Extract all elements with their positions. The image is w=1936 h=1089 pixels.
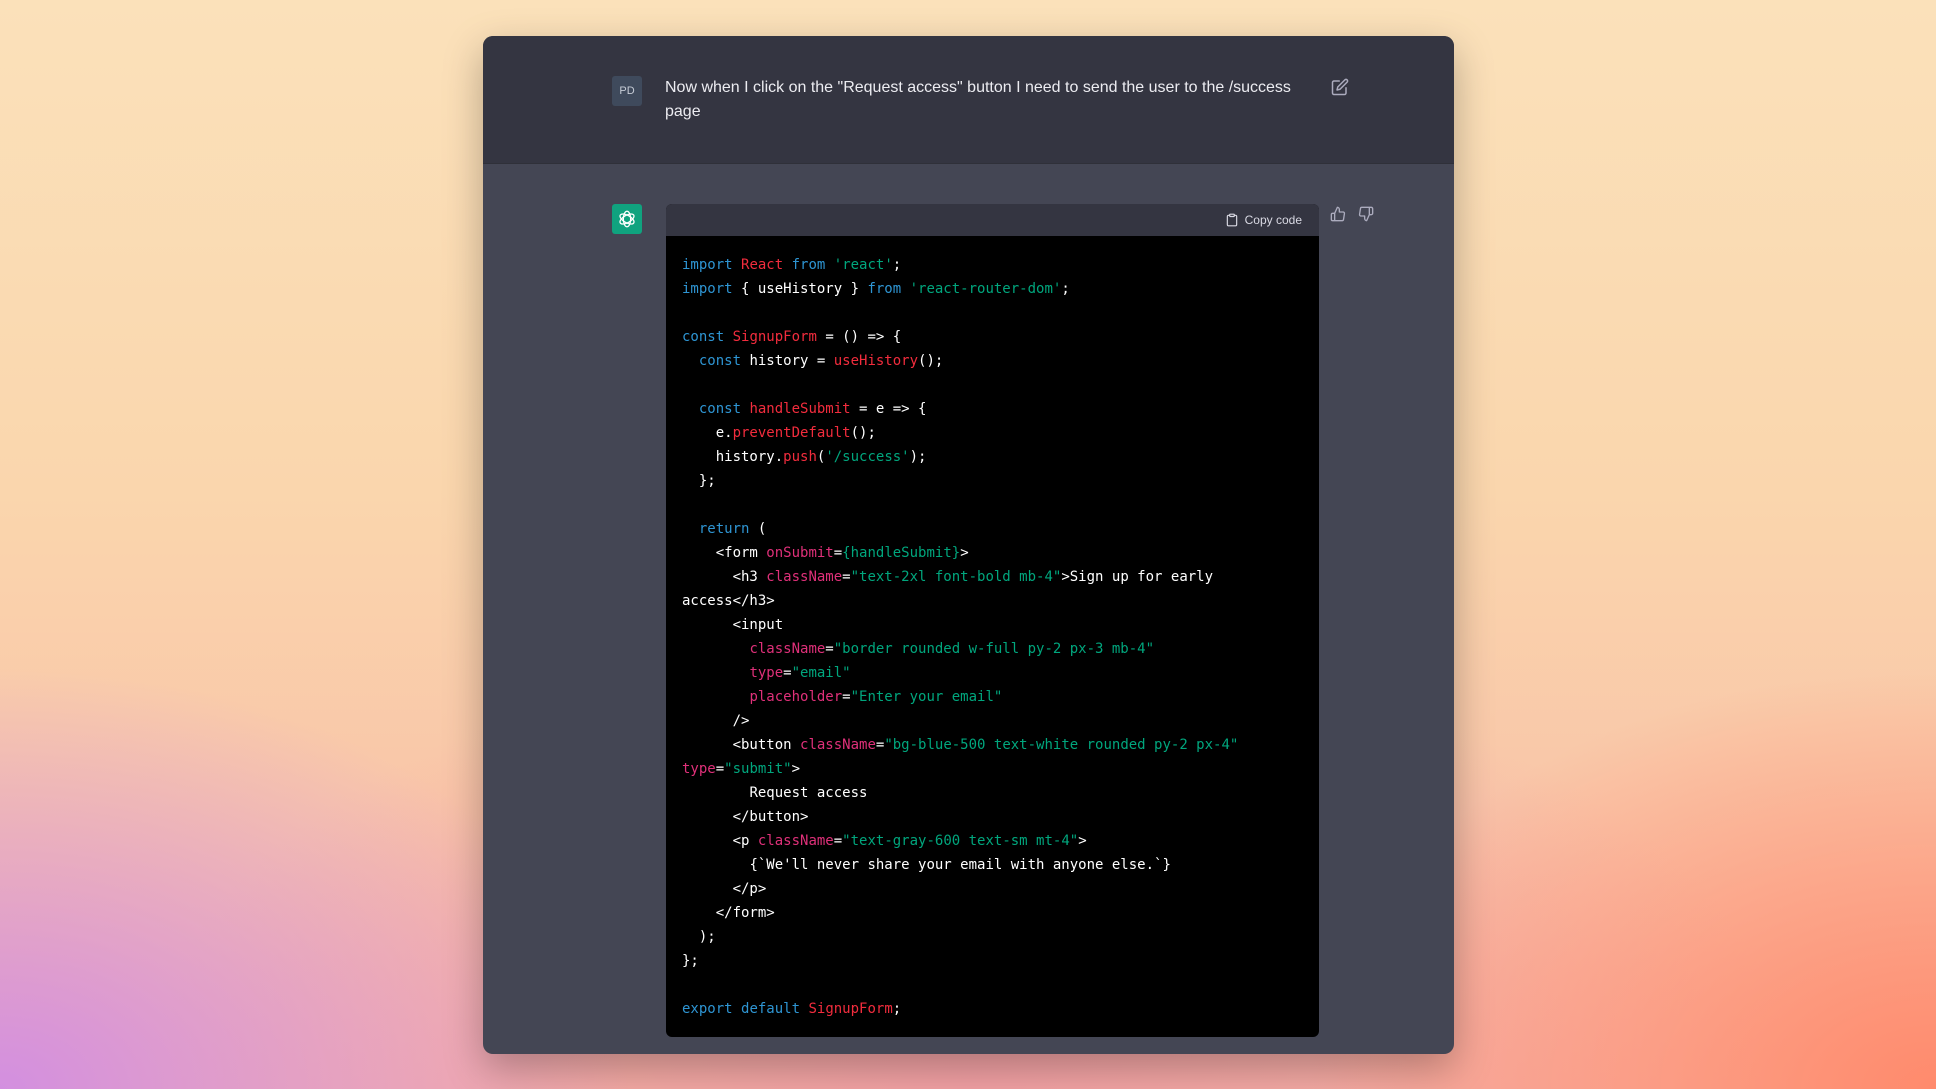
code-content: import React from 'react'; import { useH…	[666, 236, 1319, 1021]
code-block: Copy code import React from 'react'; imp…	[666, 204, 1319, 1037]
openai-logo-icon	[619, 210, 635, 228]
chat-window: PD Now when I click on the "Request acce…	[483, 36, 1454, 1054]
copy-code-button[interactable]: Copy code	[1225, 211, 1302, 229]
thumbs-down-icon[interactable]	[1358, 206, 1374, 222]
copy-code-label: Copy code	[1244, 213, 1302, 227]
clipboard-icon	[1226, 213, 1237, 227]
user-avatar: PD	[612, 76, 642, 106]
edit-icon[interactable]	[1331, 78, 1349, 96]
thumbs-up-icon[interactable]	[1330, 206, 1346, 222]
user-message-text: Now when I click on the "Request access"…	[665, 79, 1291, 120]
code-block-header: Copy code	[666, 204, 1319, 236]
user-message-row: PD Now when I click on the "Request acce…	[483, 36, 1454, 164]
code-text: import React from 'react'; import { useH…	[682, 257, 1239, 1017]
assistant-avatar	[612, 204, 642, 234]
